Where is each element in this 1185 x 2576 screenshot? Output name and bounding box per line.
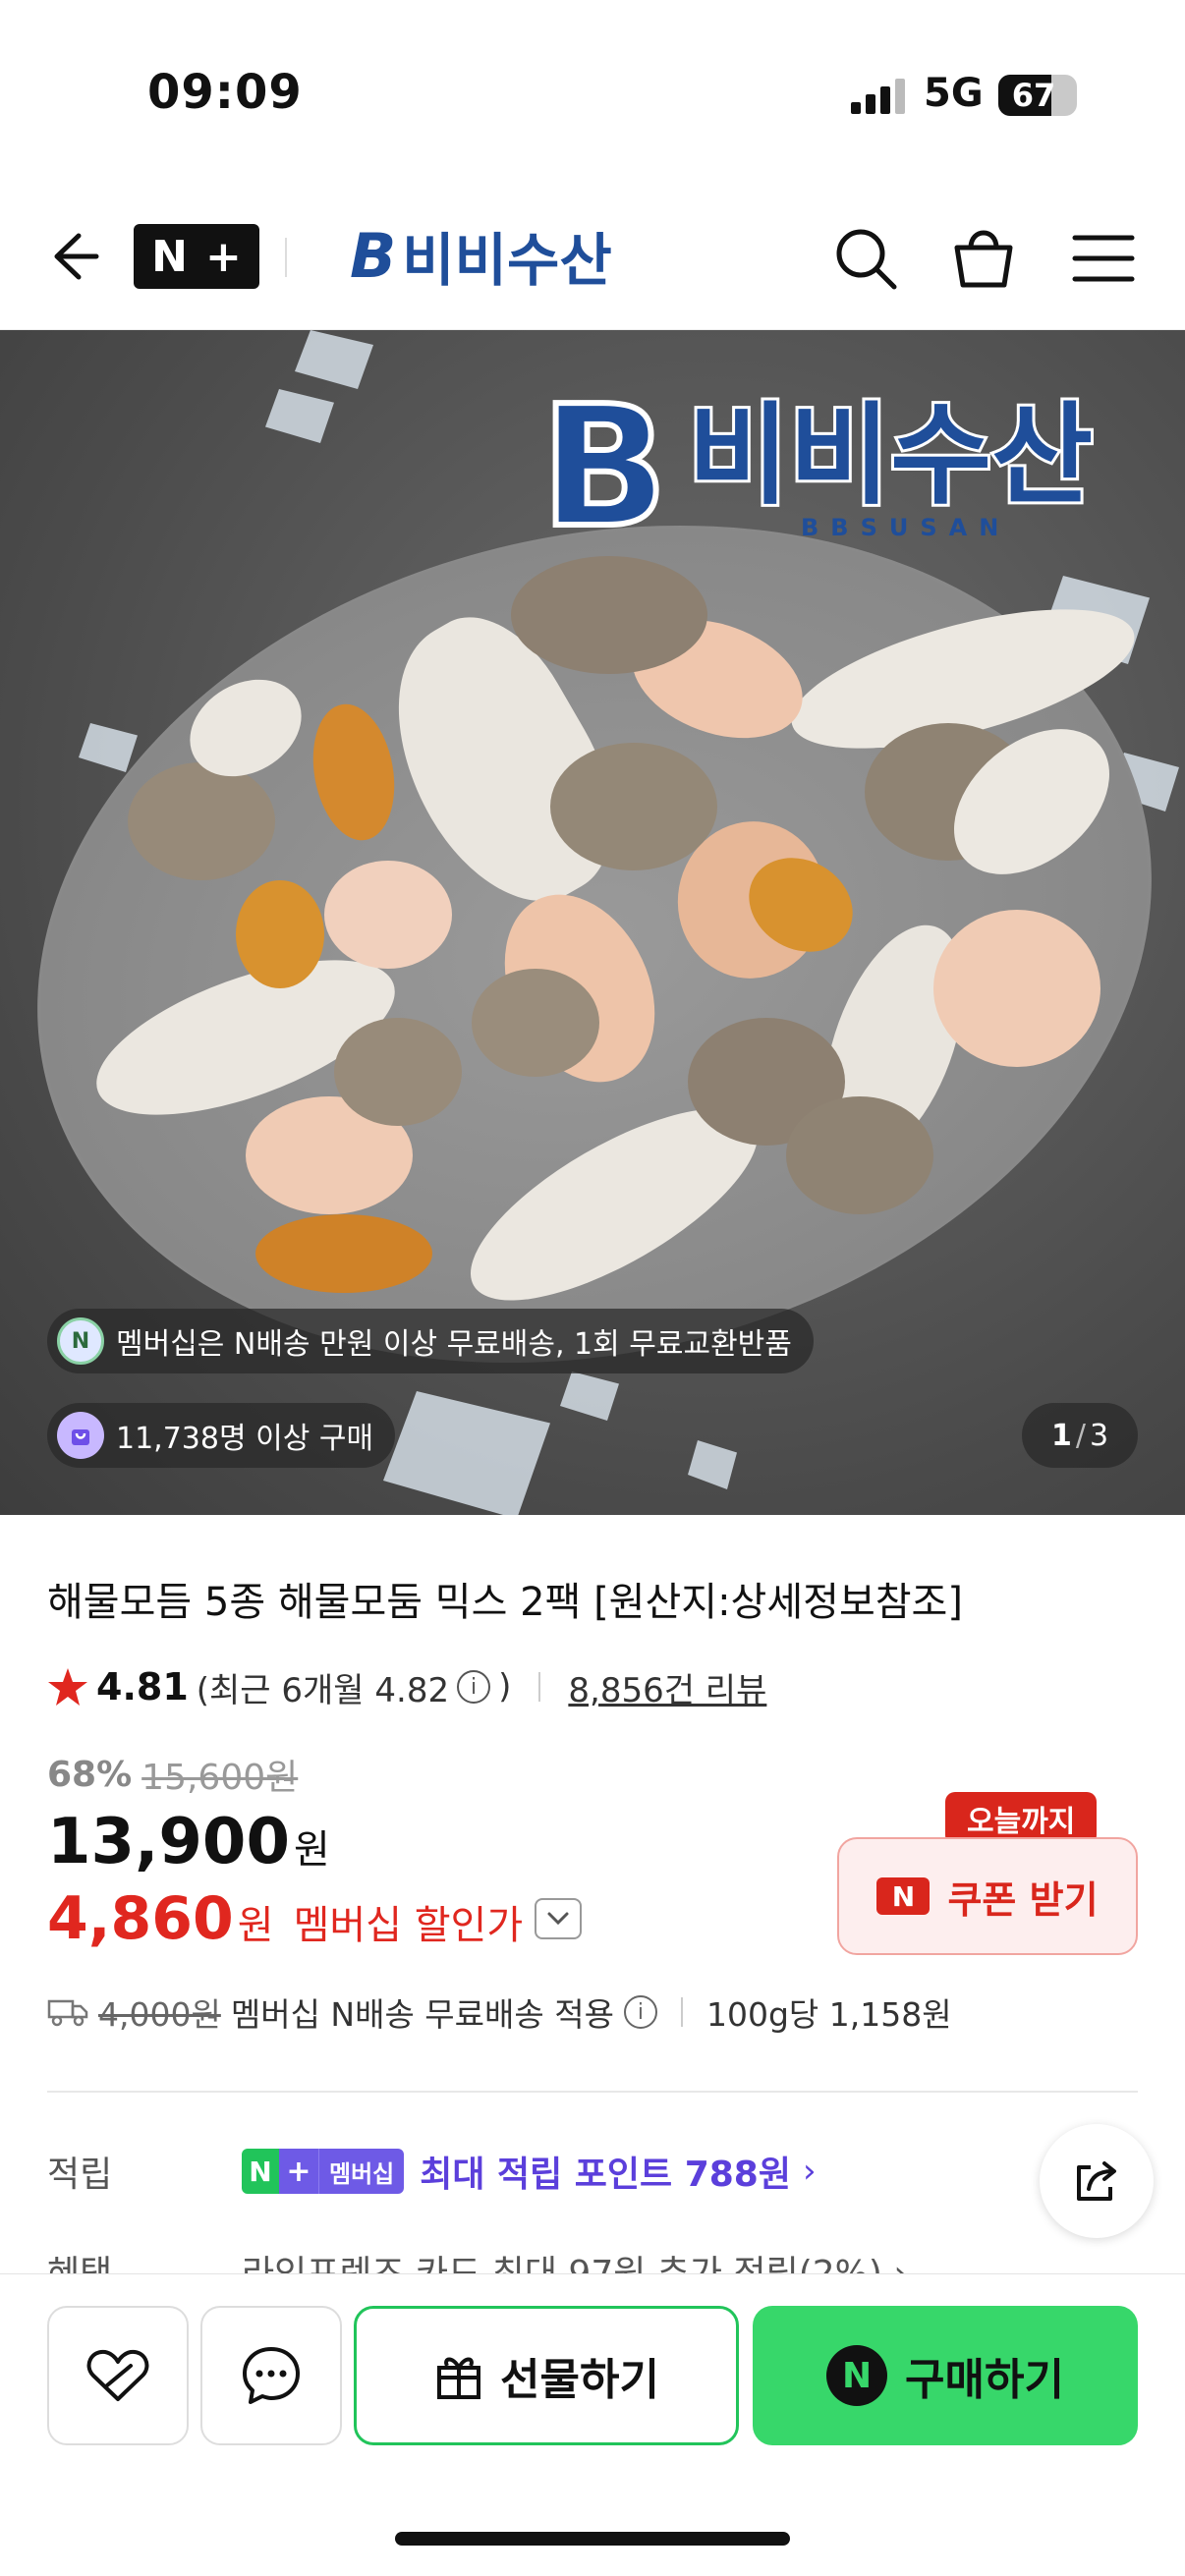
naver-plus-membership-badge: N + 멤버십 [242,2149,405,2194]
heart-icon [86,2349,149,2401]
chat-button[interactable] [200,2306,342,2445]
reward-row[interactable]: 적립 N + 멤버십 최대 적립 포인트 788원 › [47,2142,817,2201]
image-counter-total: 3 [1089,1418,1109,1453]
badge-plus: + [279,2149,318,2194]
badge-membership: 멤버십 [318,2149,405,2194]
home-indicator [395,2532,790,2546]
buy-button[interactable]: N 구매하기 [753,2306,1138,2445]
rating-row: 4.81 (최근 6개월 4.82 i ) 8,856건 리뷰 [47,1660,766,1713]
image-counter-current: 1 [1050,1418,1072,1453]
menu-icon[interactable] [1069,224,1138,293]
gift-button[interactable]: 선물하기 [354,2306,739,2445]
badge-plus: + [204,231,242,282]
store-name-link[interactable]: B 비비수산 [350,216,612,295]
section-divider [47,2091,1138,2093]
coupon-button[interactable]: N 쿠폰 받기 [837,1837,1138,1955]
purchase-count-text: 11,738명 이상 구매 [116,1422,374,1456]
reward-label: 적립 [47,2155,113,2195]
rating-divider [538,1672,541,1702]
brand-logo-mark: B [537,370,671,565]
image-counter-sep: / [1075,1418,1086,1453]
naver-delivery-icon: N [57,1317,104,1365]
recent-rating: (최근 6개월 4.82 [196,1670,450,1710]
info-icon[interactable]: i [457,1670,491,1704]
gift-button-label: 선물하기 [500,2355,659,2405]
sale-price: 13,900 원 [47,1806,330,1878]
naver-plus-store-badge[interactable]: N + [134,224,259,289]
original-shipping-fee: 4,000원 [98,1995,221,2034]
product-title: 해물모듬 5종 해물모둠 믹스 2팩 [원산지:상세정보참조] [47,1580,963,1625]
shopping-bag-badge-icon [57,1412,104,1459]
network-type: 5G [924,71,984,116]
battery-level: 67 [1011,77,1056,114]
coupon-n-icon: N [876,1877,931,1915]
sale-price-value: 13,900 [47,1806,290,1878]
nav-divider [285,238,287,277]
bottom-action-bar: 선물하기 N 구매하기 [0,2273,1185,2576]
battery-icon: 67 [998,75,1077,116]
membership-pill-text: 멤버십은 N배송 만원 이상 무료배송, 1회 무료교환반품 [116,1327,792,1362]
membership-shipping-pill: N 멤버십은 N배송 만원 이상 무료배송, 1회 무료교환반품 [47,1309,814,1373]
coupon-button-label: 쿠폰 받기 [947,1877,1099,1922]
member-price-label: 멤버십 할인가 [293,1903,524,1948]
member-price-value: 4,860 [47,1884,234,1953]
back-arrow-icon[interactable] [39,224,104,289]
buy-button-label: 구매하기 [905,2355,1064,2405]
sale-price-unit: 원 [293,1827,330,1873]
search-icon[interactable] [831,224,900,293]
naver-pay-icon: N [826,2345,888,2406]
shipping-text: 멤버십 N배송 무료배송 적용 [230,1995,614,2034]
member-price: 4,860 원 멤버십 할인가 [47,1884,583,1953]
share-button[interactable] [1040,2124,1154,2238]
signal-icon [851,79,905,114]
image-counter: 1 / 3 [1022,1403,1138,1468]
wishlist-button[interactable] [47,2306,189,2445]
unit-price: 100g당 1,158원 [705,1995,952,2034]
brand-logo: B 비비수산 BBSUSAN [537,370,1096,565]
status-time: 09:09 [147,65,303,120]
rating-score: 4.81 [96,1665,189,1708]
discount-row: 68% 15,600원 [47,1749,298,1800]
chat-bubble-icon [243,2347,300,2404]
chevron-down-icon[interactable] [535,1898,583,1939]
shopping-bag-icon[interactable] [949,224,1018,293]
top-nav: N + B 비비수산 [0,187,1185,330]
store-name: 비비수산 [402,227,612,294]
shipping-row: 4,000원 멤버십 N배송 무료배송 적용 i 100g당 1,158원 [47,1987,952,2038]
brand-logo-sub: BBSUSAN [801,514,1011,541]
original-price: 15,600원 [141,1758,299,1798]
max-points-text: 최대 적립 포인트 788원 [420,2155,791,2195]
review-count-link[interactable]: 8,856건 리뷰 [568,1663,766,1711]
recent-rating-close: ) [498,1667,512,1707]
status-bar: 09:09 5G 67 [0,0,1185,187]
share-icon [1077,2161,1116,2201]
truck-icon [47,1999,88,2027]
discount-percent: 68% [47,1754,133,1795]
brand-logo-word: 비비수산 [685,389,1096,523]
gift-icon [437,2357,481,2399]
shipping-divider [680,1997,683,2027]
badge-n: N [151,231,188,282]
purchase-count-pill: 11,738명 이상 구매 [47,1403,396,1468]
product-image[interactable]: B 비비수산 BBSUSAN N 멤버십은 N배송 만원 이상 무료배송, 1회… [0,330,1185,1515]
store-logo-mark: B [350,219,397,292]
shipping-info-icon[interactable]: i [623,1995,657,2029]
chevron-right-icon: › [802,2152,817,2191]
member-price-unit: 원 [237,1903,274,1948]
star-icon [48,1668,87,1706]
badge-n: N [242,2149,279,2194]
